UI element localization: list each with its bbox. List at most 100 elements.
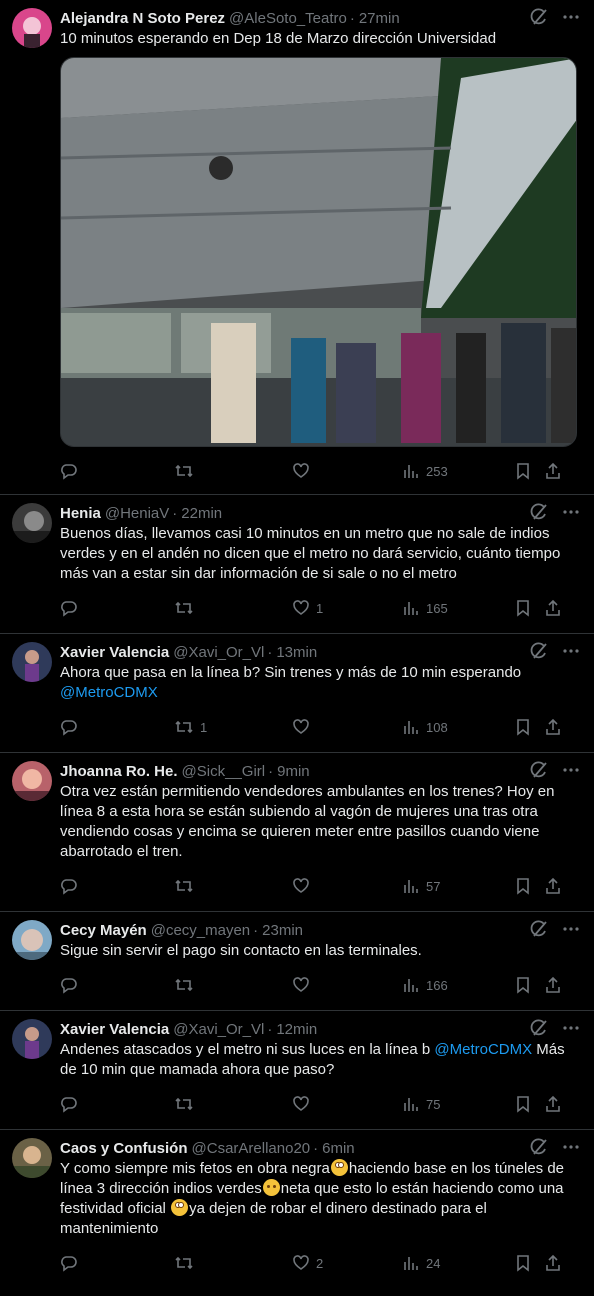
views-button[interactable]: 253 (402, 462, 514, 480)
share-button[interactable] (544, 718, 562, 736)
share-button[interactable] (544, 1254, 562, 1272)
username[interactable]: @Xavi_Or_Vl (173, 1021, 264, 1038)
retweet-button[interactable] (174, 1254, 292, 1272)
like-button[interactable] (292, 877, 402, 895)
timestamp[interactable]: 9min (277, 763, 310, 780)
tweet[interactable]: Xavier Valencia @Xavi_Or_Vl · 13min Ahor… (0, 634, 594, 753)
views-button[interactable]: 108 (402, 718, 514, 736)
grok-icon[interactable] (530, 1138, 548, 1156)
views-button[interactable]: 165 (402, 599, 514, 617)
timestamp[interactable]: 6min (322, 1140, 355, 1157)
display-name[interactable]: Henia (60, 505, 101, 522)
username[interactable]: @Xavi_Or_Vl (173, 644, 264, 661)
timestamp[interactable]: 12min (276, 1021, 317, 1038)
reply-button[interactable] (60, 976, 174, 994)
username[interactable]: @HeniaV (105, 505, 169, 522)
share-button[interactable] (544, 877, 562, 895)
avatar[interactable] (12, 1138, 52, 1178)
display-name[interactable]: Alejandra N Soto Perez (60, 10, 225, 27)
mention-link[interactable]: @MetroCDMX (60, 684, 158, 701)
tweet-photo[interactable] (60, 57, 577, 447)
reply-button[interactable] (60, 1254, 174, 1272)
share-button[interactable] (544, 599, 562, 617)
retweet-button[interactable] (174, 462, 292, 480)
mention-link[interactable]: @MetroCDMX (434, 1041, 532, 1058)
reply-button[interactable] (60, 877, 174, 895)
bookmark-button[interactable] (514, 1254, 544, 1272)
tweet[interactable]: Alejandra N Soto Perez @AleSoto_Teatro ·… (0, 0, 594, 495)
bookmark-button[interactable] (514, 877, 544, 895)
bookmark-button[interactable] (514, 599, 544, 617)
share-button[interactable] (544, 462, 562, 480)
username[interactable]: @AleSoto_Teatro (229, 10, 347, 27)
retweet-button[interactable]: 1 (174, 718, 292, 736)
tweet[interactable]: Xavier Valencia @Xavi_Or_Vl · 12min Ande… (0, 1011, 594, 1130)
reply-button[interactable] (60, 1095, 174, 1113)
more-icon[interactable] (562, 1138, 580, 1156)
retweet-button[interactable] (174, 1095, 292, 1113)
avatar[interactable] (12, 503, 52, 543)
display-name[interactable]: Caos y Confusión (60, 1140, 188, 1157)
tweet[interactable]: Henia @HeniaV · 22min Buenos días, lleva… (0, 495, 594, 634)
reply-button[interactable] (60, 462, 174, 480)
bookmark-icon (514, 462, 532, 480)
like-button[interactable] (292, 462, 402, 480)
reply-button[interactable] (60, 599, 174, 617)
avatar[interactable] (12, 1019, 52, 1059)
share-button[interactable] (544, 1095, 562, 1113)
grok-icon[interactable] (530, 503, 548, 521)
more-icon[interactable] (562, 1019, 580, 1037)
avatar[interactable] (12, 8, 52, 48)
tweet[interactable]: Jhoanna Ro. He. @Sick__Girl · 9min Otra … (0, 753, 594, 912)
timestamp[interactable]: 13min (276, 644, 317, 661)
timestamp[interactable]: 27min (359, 10, 400, 27)
views-button[interactable]: 24 (402, 1254, 514, 1272)
retweet-button[interactable] (174, 877, 292, 895)
retweet-button[interactable] (174, 976, 292, 994)
retweet-button[interactable] (174, 599, 292, 617)
share-button[interactable] (544, 976, 562, 994)
tweet-header-icons (530, 1138, 580, 1156)
bookmark-button[interactable] (514, 1095, 544, 1113)
display-name[interactable]: Xavier Valencia (60, 644, 169, 661)
avatar[interactable] (12, 920, 52, 960)
display-name[interactable]: Jhoanna Ro. He. (60, 763, 178, 780)
bookmark-button[interactable] (514, 462, 544, 480)
like-button[interactable]: 2 (292, 1254, 402, 1272)
avatar[interactable] (12, 761, 52, 801)
views-button[interactable]: 166 (402, 976, 514, 994)
more-icon[interactable] (562, 503, 580, 521)
views-button[interactable]: 75 (402, 1095, 514, 1113)
grok-icon[interactable] (530, 920, 548, 938)
grok-icon[interactable] (530, 761, 548, 779)
like-button[interactable] (292, 718, 402, 736)
grok-icon[interactable] (530, 1019, 548, 1037)
like-button[interactable] (292, 976, 402, 994)
tweet[interactable]: Cecy Mayén @cecy_mayen · 23min Sigue sin… (0, 912, 594, 1011)
tweet[interactable]: Caos y Confusión @CsarArellano20 · 6min … (0, 1130, 594, 1296)
timestamp[interactable]: 22min (181, 505, 222, 522)
like-button[interactable] (292, 1095, 402, 1113)
username[interactable]: @cecy_mayen (151, 922, 250, 939)
like-button[interactable]: 1 (292, 599, 402, 617)
more-icon[interactable] (562, 642, 580, 660)
views-button[interactable]: 57 (402, 877, 514, 895)
share-icon (544, 718, 562, 736)
grok-icon[interactable] (530, 8, 548, 26)
username[interactable]: @Sick__Girl (182, 763, 266, 780)
reply-button[interactable] (60, 718, 174, 736)
heart-icon (292, 718, 310, 736)
more-icon[interactable] (562, 761, 580, 779)
more-icon[interactable] (562, 920, 580, 938)
separator-dot: · (253, 921, 259, 939)
more-icon[interactable] (562, 8, 580, 26)
grok-icon[interactable] (530, 642, 548, 660)
display-name[interactable]: Cecy Mayén (60, 922, 147, 939)
timestamp[interactable]: 23min (262, 922, 303, 939)
tweet-header-icons (530, 920, 580, 938)
username[interactable]: @CsarArellano20 (192, 1140, 311, 1157)
bookmark-button[interactable] (514, 976, 544, 994)
display-name[interactable]: Xavier Valencia (60, 1021, 169, 1038)
bookmark-button[interactable] (514, 718, 544, 736)
avatar[interactable] (12, 642, 52, 682)
